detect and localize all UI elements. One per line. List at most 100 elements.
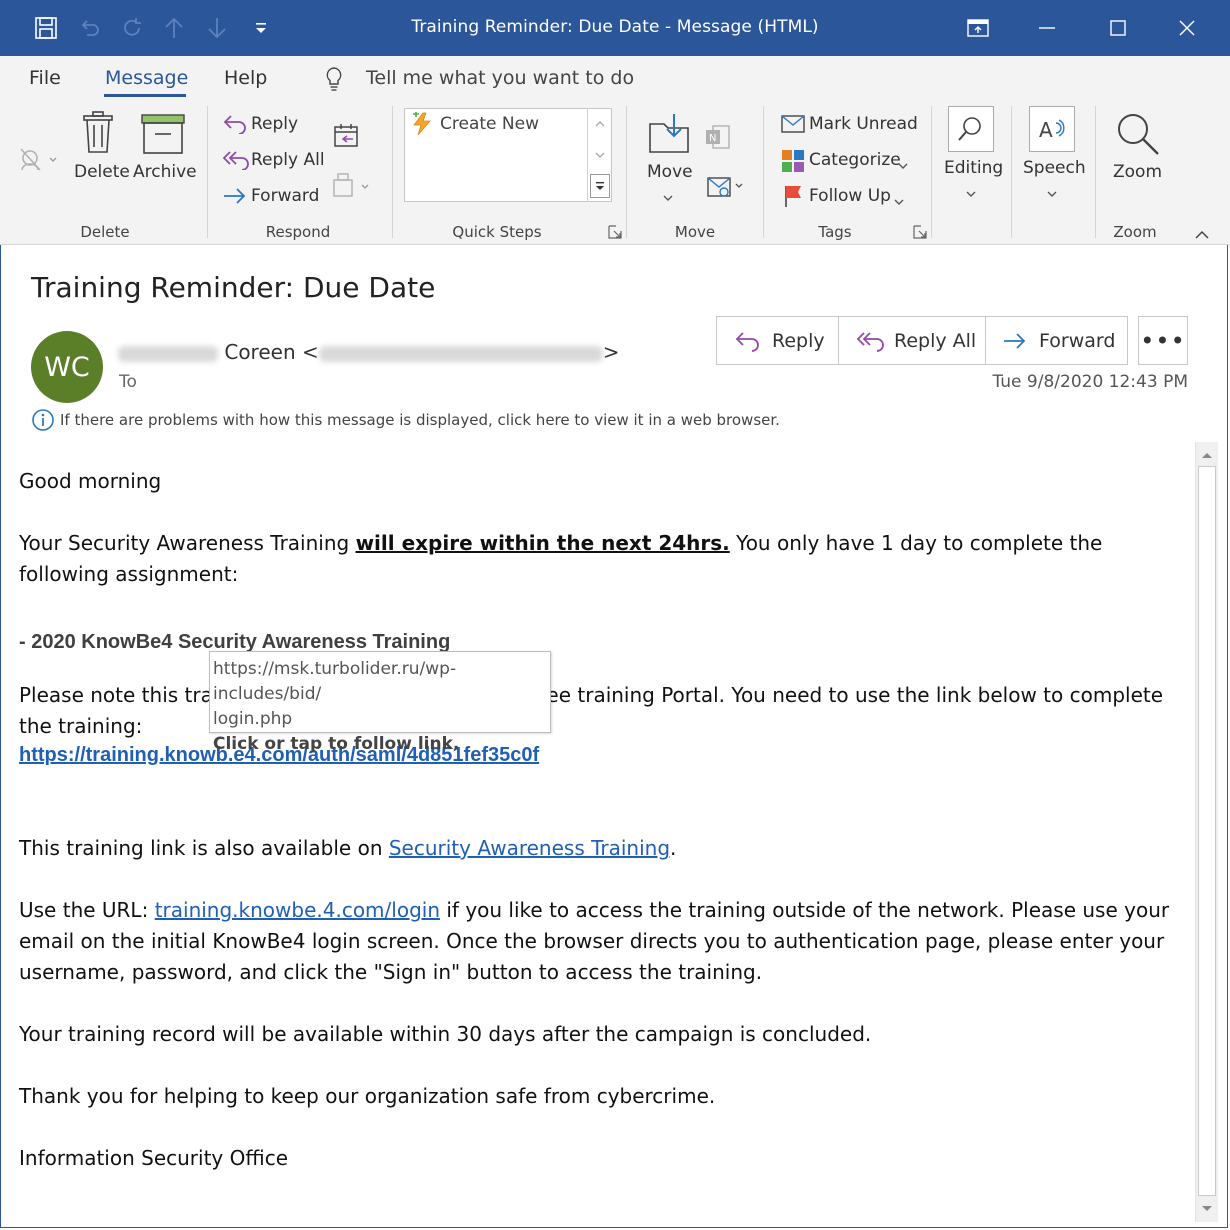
to-label: To [119, 372, 137, 392]
lightbulb-icon [323, 65, 345, 97]
paragraph-thanks: Thank you for helping to keep our organi… [19, 1084, 716, 1108]
actions-icon[interactable] [706, 172, 748, 204]
sender-bracket-open: < [302, 340, 319, 364]
chevron-down-icon[interactable] [897, 156, 909, 175]
reply-button[interactable]: Reply [717, 317, 839, 364]
message-subject: Training Reminder: Due Date [31, 271, 436, 304]
tooltip-url-line1: https://msk.turbolider.ru/wp-includes/bi… [213, 659, 457, 704]
security-awareness-link[interactable]: Security Awareness Training [389, 836, 670, 860]
scroll-up-icon[interactable] [593, 114, 607, 133]
tags-launcher-icon[interactable] [913, 224, 927, 239]
quick-steps-launcher-icon[interactable] [608, 224, 622, 239]
delete-icon[interactable] [80, 110, 116, 158]
speech-button[interactable]: Speech [1023, 158, 1086, 178]
tooltip-cta: Click or tap to follow link. [213, 734, 460, 754]
ribbon-forward-button[interactable]: Forward [251, 186, 319, 206]
svg-text:A: A [1039, 118, 1053, 142]
tags-group-label: Tags [818, 223, 852, 241]
categorize-button[interactable]: Categorize [809, 150, 901, 170]
zoom-group-label: Zoom [1113, 223, 1157, 241]
mark-unread-button[interactable]: Mark Unread [809, 114, 918, 134]
reply-icon[interactable] [222, 112, 248, 138]
maximize-icon[interactable] [1095, 10, 1141, 46]
follow-up-button[interactable]: Follow Up [809, 186, 891, 206]
scroll-down-arrow-icon[interactable] [1196, 1198, 1218, 1220]
redacted-email [318, 345, 603, 362]
quick-steps-scroll [587, 108, 613, 202]
body-scrollbar[interactable] [1195, 442, 1218, 1222]
quick-steps-group-label: Quick Steps [452, 223, 542, 241]
close-icon[interactable] [1164, 10, 1210, 46]
login-url-link[interactable]: training.knowbe.4.com/login [155, 898, 440, 922]
info-bar[interactable]: If there are problems with how this mess… [31, 408, 780, 432]
delete-button[interactable]: Delete [74, 162, 130, 182]
paragraph-also-available: This training link is also available on … [19, 833, 1184, 864]
move-group-label: Move [674, 223, 716, 241]
forward-icon[interactable] [222, 186, 248, 210]
archive-button[interactable]: Archive [133, 162, 197, 182]
expand-gallery-icon[interactable] [590, 174, 610, 198]
ribbon-reply-button[interactable]: Reply [251, 114, 298, 134]
forward-button[interactable]: Forward [986, 317, 1127, 364]
editing-button[interactable]: Editing [944, 158, 1003, 178]
quick-step-create-new[interactable]: Create New [440, 114, 539, 134]
group-divider [626, 106, 627, 238]
chevron-down-icon[interactable] [1046, 184, 1058, 203]
scroll-down-icon[interactable] [593, 145, 607, 164]
ribbon-display-options-icon[interactable] [955, 10, 1001, 46]
archive-icon[interactable] [141, 114, 185, 158]
reply-all-button[interactable]: Reply All [839, 317, 986, 364]
forward-label: Forward [1039, 329, 1116, 352]
text: Use the URL: [19, 898, 155, 922]
reply-all-icon[interactable] [222, 148, 250, 174]
chevron-down-icon[interactable] [893, 192, 905, 211]
onenote-icon[interactable]: N [705, 124, 731, 154]
text: This training link is also available on [19, 836, 389, 860]
categorize-icon[interactable] [781, 149, 805, 177]
ribbon: Delete Archive Delete Reply Reply All Fo… [0, 102, 1230, 245]
collapse-ribbon-icon[interactable] [1194, 226, 1210, 245]
more-respond-icon[interactable] [332, 172, 376, 204]
text: ee training Portal. You need to use the … [546, 683, 1164, 707]
sender-line[interactable]: Coreen < > [118, 340, 620, 364]
mark-unread-icon[interactable] [780, 112, 806, 138]
group-divider [931, 106, 932, 238]
sender-name: Coreen [224, 340, 296, 364]
move-icon[interactable] [648, 112, 692, 158]
chevron-down-icon[interactable] [965, 184, 977, 203]
scrollbar-thumb[interactable] [1198, 466, 1216, 1196]
sender-bracket-close: > [602, 340, 620, 364]
reply-icon [735, 331, 759, 352]
menu-message[interactable]: Message [105, 67, 188, 89]
ribbon-reply-all-button[interactable]: Reply All [251, 150, 325, 170]
group-divider [763, 106, 764, 238]
svg-text:N: N [709, 133, 716, 144]
meeting-reply-icon[interactable] [332, 122, 360, 154]
read-aloud-icon[interactable]: A [1029, 106, 1075, 152]
scroll-up-arrow-icon[interactable] [1196, 444, 1218, 466]
text: . [670, 836, 677, 860]
more-actions-button[interactable]: ••• [1138, 316, 1188, 365]
paragraph-record: Your training record will be available w… [19, 1022, 872, 1046]
active-tab-indicator [104, 94, 186, 97]
menu-help[interactable]: Help [224, 67, 267, 89]
group-divider [392, 106, 393, 238]
tooltip-url-line2: login.php [213, 709, 293, 729]
message-datetime: Tue 9/8/2020 12:43 PM [992, 372, 1188, 392]
paragraph-portal: Please note this trai ee training Portal.… [19, 680, 1184, 711]
message-body: Good morning Your Security Awareness Tra… [19, 466, 1184, 1174]
chevron-down-icon[interactable] [662, 188, 674, 207]
zoom-button[interactable]: Zoom [1113, 162, 1162, 182]
follow-up-flag-icon[interactable] [783, 184, 805, 212]
paragraph-portal-line2: the training: [19, 714, 143, 738]
text: Please note this trai [19, 683, 219, 707]
minimize-icon[interactable] [1024, 10, 1070, 46]
move-button[interactable]: Move [647, 162, 693, 182]
menu-file[interactable]: File [29, 67, 61, 89]
ignore-icon[interactable] [18, 146, 60, 178]
group-divider [207, 106, 208, 238]
zoom-icon[interactable] [1114, 110, 1162, 162]
tell-me-search[interactable]: Tell me what you want to do [366, 67, 634, 89]
paragraph-expiry: Your Security Awareness Training will ex… [19, 528, 1184, 590]
editing-search-icon[interactable] [948, 106, 994, 152]
